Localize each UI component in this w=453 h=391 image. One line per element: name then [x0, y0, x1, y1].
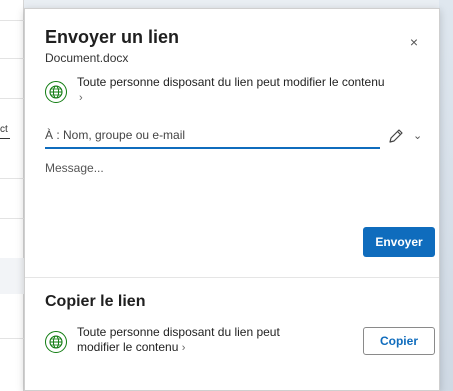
link-permission-settings[interactable]: Toute personne disposant du lien peut mo…: [45, 75, 415, 111]
close-button[interactable]: ×: [407, 35, 421, 49]
message-field[interactable]: [45, 161, 415, 217]
globe-icon: [45, 331, 67, 353]
pencil-icon: [389, 129, 403, 143]
recipient-input[interactable]: [45, 123, 380, 149]
chevron-right-icon: ›: [79, 92, 83, 104]
background-text-fragment: ct: [0, 124, 8, 135]
send-link-section: Envoyer un lien Document.docx × Toute pe…: [25, 9, 439, 277]
send-button[interactable]: Envoyer: [363, 227, 435, 257]
close-icon: ×: [409, 34, 419, 50]
share-dialog: Envoyer un lien Document.docx × Toute pe…: [24, 8, 440, 391]
background-divider: [0, 20, 24, 21]
copy-permission-line1: Toute personne disposant du lien peut: [77, 325, 280, 339]
background-right-edge: [439, 0, 453, 391]
copy-link-permission-settings[interactable]: Toute personne disposant du lien peut mo…: [45, 325, 305, 359]
background-underline: [0, 138, 10, 139]
background-divider: [0, 58, 24, 59]
edit-permission-button[interactable]: ⌄: [387, 127, 427, 147]
dialog-title: Envoyer un lien: [45, 27, 180, 47]
permission-description: Toute personne disposant du lien peut mo…: [77, 75, 385, 89]
background-divider: [0, 338, 24, 339]
globe-icon: [45, 81, 67, 103]
section-divider: [25, 277, 439, 278]
background-divider: [0, 218, 24, 219]
background-divider: [0, 98, 24, 99]
copy-link-title: Copier le lien: [45, 293, 146, 310]
file-name: Document.docx: [45, 51, 129, 65]
copy-button[interactable]: Copier: [363, 327, 435, 355]
copy-permission-description: Toute personne disposant du lien peut mo…: [77, 325, 297, 356]
copy-permission-line2: modifier le contenu: [77, 340, 179, 354]
background-shaded-row: [0, 258, 24, 294]
chevron-right-icon: ›: [181, 342, 186, 354]
background-divider: [0, 178, 24, 179]
background-app: ct: [0, 0, 24, 391]
chevron-down-icon: ⌄: [413, 130, 423, 142]
